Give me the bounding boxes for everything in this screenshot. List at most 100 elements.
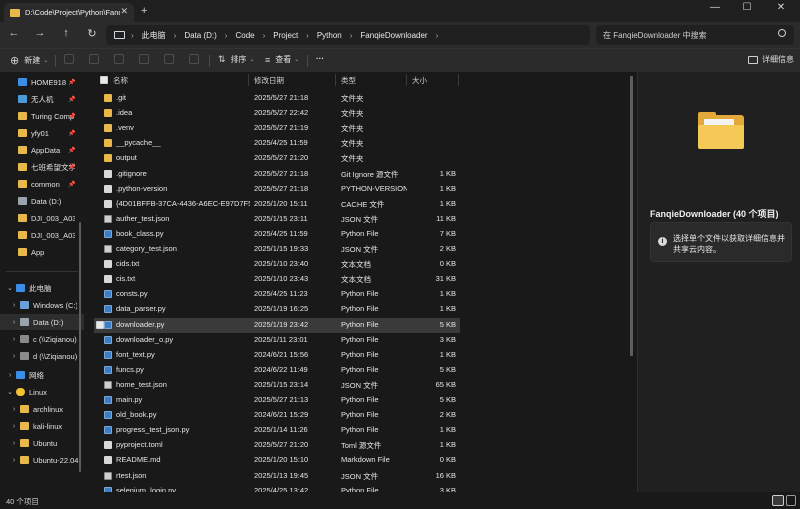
column-header-type[interactable]: 类型	[341, 75, 356, 86]
file-row[interactable]: output 2025/5/27 21:20 文件夹	[88, 151, 634, 166]
close-window-button[interactable]: ✕	[768, 2, 794, 18]
sidebar-scrollbar[interactable]	[79, 72, 82, 487]
file-row[interactable]: home_test.json 2025/1/15 23:14 JSON 文件 65 K…	[88, 378, 634, 393]
sidebar-item-app[interactable]: App	[0, 244, 84, 260]
column-divider[interactable]	[458, 74, 459, 86]
chevron-right-icon: ›	[12, 439, 16, 447]
file-row[interactable]: .python-version 2025/5/27 21:18 PYTHON-VER…	[88, 182, 634, 197]
file-row[interactable]: funcs.py 2024/6/22 11:49 Python File 5 KB	[88, 363, 634, 378]
file-row[interactable]: pyproject.toml 2025/5/27 21:20 Toml 源文件 1 K…	[88, 438, 634, 453]
new-tab-button[interactable]: +	[141, 5, 147, 17]
file-type: Toml 源文件	[341, 441, 382, 451]
breadcrumb-thispc[interactable]: 此电脑	[142, 30, 166, 41]
tiles-view-button[interactable]	[786, 495, 796, 506]
paste-icon[interactable]	[114, 54, 124, 64]
sidebar-item-label: Linux	[29, 387, 47, 397]
file-row[interactable]: downloader.py 2025/1/19 23:42 Python File 5…	[94, 317, 460, 333]
maximize-button[interactable]: ☐	[734, 2, 760, 18]
column-header-date[interactable]: 修改日期	[254, 75, 284, 86]
file-row[interactable]: book_class.py 2025/4/25 11:59 Python File 7…	[88, 227, 634, 242]
breadcrumb-project[interactable]: Project	[273, 31, 298, 40]
delete-icon[interactable]	[189, 54, 199, 64]
minimize-button[interactable]: —	[702, 2, 728, 18]
sidebar-item-home918[interactable]: HOME918 📌	[0, 74, 84, 90]
copy-icon[interactable]	[89, 54, 99, 64]
sidebar-item-turing[interactable]: Turing Comp 📌	[0, 108, 84, 124]
file-row[interactable]: font_text.py 2024/6/21 15:56 Python File 1 …	[88, 348, 634, 363]
sidebar-item-data-d[interactable]: › Data (D:)	[0, 314, 84, 330]
file-row[interactable]: downloader_o.py 2025/1/11 23:01 Python Fil…	[88, 333, 634, 348]
share-icon[interactable]	[164, 54, 174, 64]
column-header-name[interactable]: 名称	[113, 75, 128, 86]
file-row[interactable]: selenium_login.py 2025/4/25 13:42 Python F…	[88, 484, 634, 492]
file-row[interactable]: .gitignore 2025/5/27 21:18 Git Ignore 源文件 1…	[88, 167, 634, 182]
file-row[interactable]: rtest.json 2025/1/13 19:45 JSON 文件 16 KB	[88, 469, 634, 484]
rename-icon[interactable]	[139, 54, 149, 64]
sidebar-item-network[interactable]: › 网络	[0, 367, 84, 383]
file-name: .python-version	[116, 183, 168, 193]
search-input[interactable]: 在 FanqieDownloader 中搜索	[596, 25, 794, 45]
address-bar[interactable]: › 此电脑 › Data (D:) › Code › Project › Pyt…	[106, 25, 590, 45]
sidebar-item-network-c[interactable]: › c (\\Ziqianou)	[0, 331, 84, 347]
tab-close-icon[interactable]: ✕	[120, 6, 128, 17]
details-view-button[interactable]	[772, 495, 784, 506]
sidebar-item-data-drive[interactable]: Data (D:)	[0, 193, 84, 209]
select-all-checkbox[interactable]	[100, 76, 108, 84]
file-row[interactable]: old_book.py 2024/6/21 15:29 Python File 2 K…	[88, 408, 634, 423]
cut-icon[interactable]	[64, 54, 74, 64]
breadcrumb-fanqie[interactable]: FanqieDownloader	[360, 31, 427, 40]
file-name: pyproject.toml	[116, 440, 163, 450]
sidebar-item-network-d[interactable]: › d (\\Ziqianou)	[0, 348, 84, 364]
refresh-button[interactable]: ↻	[84, 27, 100, 40]
details-pane-button[interactable]: 详细信息	[748, 54, 794, 65]
file-row[interactable]: progress_test_json.py 2025/1/14 11:26 Pyth…	[88, 423, 634, 438]
sort-button[interactable]: ⇅ 排序 ⌄	[218, 54, 255, 65]
file-row[interactable]: .idea 2025/5/27 22:42 文件夹	[88, 106, 634, 121]
file-row[interactable]: data_parser.py 2025/1/19 16:25 Python File…	[88, 302, 634, 317]
row-checkbox[interactable]	[96, 320, 104, 329]
sidebar-item-kali[interactable]: › kali-linux	[0, 418, 84, 434]
sidebar-item-ubuntu[interactable]: › Ubuntu	[0, 435, 84, 451]
breadcrumb-code[interactable]: Code	[235, 31, 254, 40]
breadcrumb-python[interactable]: Python	[317, 31, 342, 40]
sidebar-item-appdata[interactable]: AppData 📌	[0, 142, 84, 158]
sidebar-item-drone[interactable]: 无人机 📌	[0, 91, 84, 107]
sidebar-item-archlinux[interactable]: › archlinux	[0, 401, 84, 417]
forward-button[interactable]: →	[32, 27, 48, 39]
column-divider[interactable]	[335, 74, 336, 86]
file-row[interactable]: cis.txt 2025/1/10 23:43 文本文档 31 KB	[88, 272, 634, 287]
column-divider[interactable]	[248, 74, 249, 86]
sidebar-item-linux[interactable]: ⌄ Linux	[0, 384, 84, 400]
file-row[interactable]: auther_test.json 2025/1/15 23:11 JSON 文件 11…	[88, 212, 634, 227]
back-button[interactable]: ←	[6, 27, 22, 39]
file-row[interactable]: {4D01BFFB-37CA-4436-A6EC-E97D7F52... 2025…	[88, 197, 634, 212]
file-date: 2025/5/27 21:20	[254, 440, 309, 450]
up-button[interactable]: ↑	[58, 27, 74, 39]
column-divider[interactable]	[406, 74, 407, 86]
explorer-tab[interactable]: D:\Code\Project\Python\Fanqi ✕	[4, 3, 134, 22]
file-row[interactable]: consts.py 2025/4/25 11:23 Python File 1 KB	[88, 287, 634, 302]
sidebar-item-yfy01[interactable]: yfy01 📌	[0, 125, 84, 141]
sidebar-item-thispc[interactable]: ⌄ 此电脑	[0, 280, 84, 296]
breadcrumb-data[interactable]: Data (D:)	[184, 31, 216, 40]
file-row[interactable]: category_test.json 2025/1/15 19:33 JSON 文件…	[88, 242, 634, 257]
file-row[interactable]: __pycache__ 2025/4/25 11:59 文件夹	[88, 136, 634, 151]
column-header-size[interactable]: 大小	[412, 75, 427, 86]
file-row[interactable]: .git 2025/5/27 21:18 文件夹	[88, 91, 634, 106]
sidebar-item-dji-1[interactable]: DJI_003_A03	[0, 210, 84, 226]
file-row[interactable]: .venv 2025/5/27 21:19 文件夹	[88, 121, 634, 136]
scrollbar-thumb[interactable]	[79, 222, 81, 472]
sidebar-item-common[interactable]: common 📌	[0, 176, 84, 192]
python-file-icon	[104, 426, 112, 435]
sidebar-item-ubuntu-2204[interactable]: › Ubuntu-22.04	[0, 452, 84, 468]
file-list-scrollbar[interactable]	[630, 76, 633, 356]
file-row[interactable]: README.md 2025/1/20 15:10 Markdown File 0 K…	[88, 453, 634, 468]
file-row[interactable]: cids.txt 2025/1/10 23:40 文本文档 0 KB	[88, 257, 634, 272]
view-button[interactable]: ≡ 查看 ⌄	[265, 54, 299, 65]
sidebar-item-literature[interactable]: 七班希望文学 📌	[0, 159, 84, 175]
more-options-button[interactable]: ···	[316, 54, 324, 63]
file-row[interactable]: main.py 2025/5/27 21:13 Python File 5 KB	[88, 393, 634, 408]
sidebar-item-windows-c[interactable]: › Windows (C:)	[0, 297, 84, 313]
new-button[interactable]: ⊕ 新建 ⌄	[10, 54, 48, 67]
sidebar-item-dji-2[interactable]: DJI_003_A03	[0, 227, 84, 243]
